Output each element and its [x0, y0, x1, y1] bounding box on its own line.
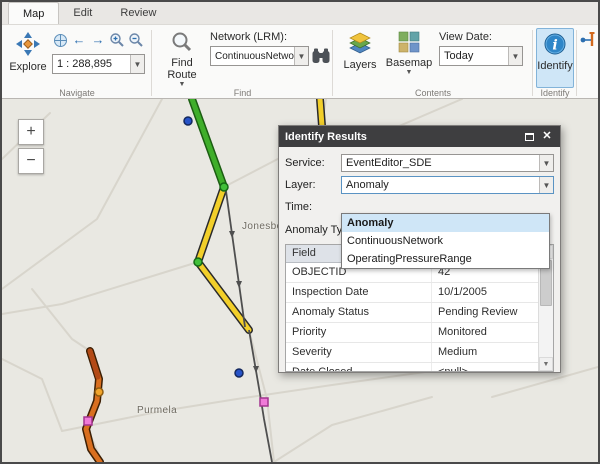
- explore-icon: [15, 31, 41, 60]
- tab-map[interactable]: Map: [8, 2, 59, 24]
- zoom-out-icon[interactable]: [128, 32, 144, 48]
- map-zoom-control: + −: [18, 119, 44, 174]
- network-combobox[interactable]: ContinuousNetwork ▼: [210, 46, 309, 66]
- group-contents: Layers Basemap ▼ View Date: Today ▼: [333, 25, 533, 99]
- maximize-button[interactable]: [522, 130, 536, 144]
- binoculars-icon[interactable]: [312, 47, 330, 65]
- find-route-magnifier-icon: [171, 31, 193, 56]
- explore-button[interactable]: Explore: [6, 27, 50, 87]
- tab-review[interactable]: Review: [106, 2, 170, 24]
- table-row: Severity Medium: [286, 343, 553, 363]
- previous-extent-icon[interactable]: ←: [71, 32, 87, 48]
- chevron-down-icon: ▼: [294, 47, 308, 65]
- group-find: Find Route ▼ Network (LRM): ContinuousNe…: [152, 25, 333, 99]
- layer-row: Layer: Anomaly ▼: [285, 174, 554, 196]
- layer-option-anomaly[interactable]: Anomaly: [342, 214, 549, 232]
- basemap-icon: [398, 31, 420, 56]
- close-icon: ✕: [542, 131, 551, 142]
- ribbon-tabstrip: Map Edit Review: [2, 2, 598, 25]
- map-zoom-out-button[interactable]: −: [18, 148, 44, 174]
- panel-title: Identify Results: [285, 131, 518, 143]
- scale-combobox[interactable]: 1 : 288,895 ▼: [52, 54, 145, 74]
- identify-results-panel: Identify Results ✕ Service: EventEditor_…: [278, 125, 561, 373]
- svg-text:i: i: [552, 38, 557, 54]
- scroll-down-icon[interactable]: ▼: [539, 357, 553, 371]
- time-label: Time:: [285, 201, 341, 213]
- layer-dropdown-list: Anomaly ContinuousNetwork OperatingPress…: [341, 213, 550, 269]
- identify-icon: i: [543, 32, 567, 59]
- chevron-down-icon: ▼: [130, 55, 144, 73]
- service-row: Service: EventEditor_SDE ▼: [285, 152, 554, 174]
- chevron-down-icon: ▼: [406, 70, 413, 76]
- service-combobox[interactable]: EventEditor_SDE ▼: [341, 154, 554, 172]
- table-row: Date Closed <null>: [286, 363, 553, 372]
- group-label-navigate: Navigate: [2, 88, 152, 98]
- basemap-button[interactable]: Basemap ▼: [385, 27, 433, 89]
- view-date-combobox[interactable]: Today ▼: [439, 46, 523, 66]
- table-row: Inspection Date 10/1/2005: [286, 283, 553, 303]
- maximize-icon: [525, 133, 534, 141]
- identify-button[interactable]: i Identify: [536, 28, 574, 88]
- place-label-purmela: Purmela: [137, 405, 177, 416]
- chevron-down-icon: ▼: [539, 177, 553, 193]
- measure-icon[interactable]: [579, 31, 597, 49]
- close-button[interactable]: ✕: [540, 130, 554, 144]
- layer-combobox[interactable]: Anomaly ▼: [341, 176, 554, 194]
- layers-button[interactable]: Layers: [339, 27, 381, 89]
- chevron-down-icon: ▼: [539, 155, 553, 171]
- group-identify: i Identify Identify: [533, 25, 577, 99]
- find-route-button[interactable]: Find Route ▼: [160, 27, 204, 89]
- chevron-down-icon: ▼: [508, 47, 522, 65]
- layer-label: Layer:: [285, 179, 341, 191]
- layer-option-continuousnetwork[interactable]: ContinuousNetwork: [342, 232, 549, 250]
- group-label-identify: Identify: [533, 88, 577, 98]
- layers-icon: [348, 31, 372, 58]
- default-extent-icon[interactable]: [52, 32, 68, 48]
- group-navigate: Explore ← → 1 : 288,895 ▼ Navigate: [2, 25, 152, 99]
- app-window: Map Edit Review Explore ← →: [0, 0, 600, 464]
- group-label-contents: Contents: [333, 88, 533, 98]
- view-date-label: View Date:: [439, 31, 492, 43]
- panel-titlebar[interactable]: Identify Results ✕: [279, 126, 560, 147]
- next-extent-icon[interactable]: →: [90, 32, 106, 48]
- zoom-in-icon[interactable]: [109, 32, 125, 48]
- service-label: Service:: [285, 157, 341, 169]
- group-label-find: Find: [152, 88, 333, 98]
- tab-edit[interactable]: Edit: [59, 2, 106, 24]
- table-row: Priority Monitored: [286, 323, 553, 343]
- table-row: Anomaly Status Pending Review: [286, 303, 553, 323]
- layer-option-operatingpressurerange[interactable]: OperatingPressureRange: [342, 250, 549, 268]
- map-zoom-in-button[interactable]: +: [18, 119, 44, 145]
- network-lrm-label: Network (LRM):: [210, 31, 287, 43]
- ribbon: Explore ← → 1 : 288,895 ▼ Navigate: [2, 25, 598, 99]
- group-partial: [577, 25, 598, 99]
